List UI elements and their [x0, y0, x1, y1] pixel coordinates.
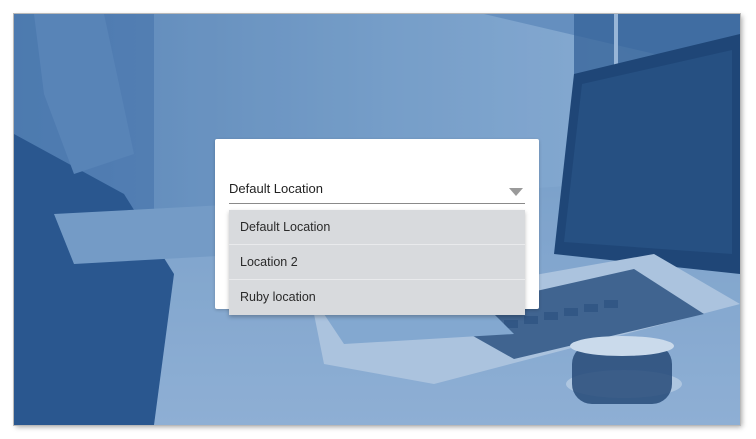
chevron-down-icon[interactable]: [509, 188, 523, 196]
location-select-value: Default Location: [229, 181, 323, 196]
dropdown-option-ruby-location[interactable]: Ruby location: [229, 280, 525, 315]
dropdown-option-location-2[interactable]: Location 2: [229, 245, 525, 280]
dropdown-option-default-location[interactable]: Default Location: [229, 210, 525, 245]
location-dropdown-menu: Default Location Location 2 Ruby locatio…: [229, 210, 525, 315]
location-select[interactable]: Default Location: [229, 177, 525, 204]
screenshot-frame: Default Location Default Location Locati…: [14, 14, 740, 425]
